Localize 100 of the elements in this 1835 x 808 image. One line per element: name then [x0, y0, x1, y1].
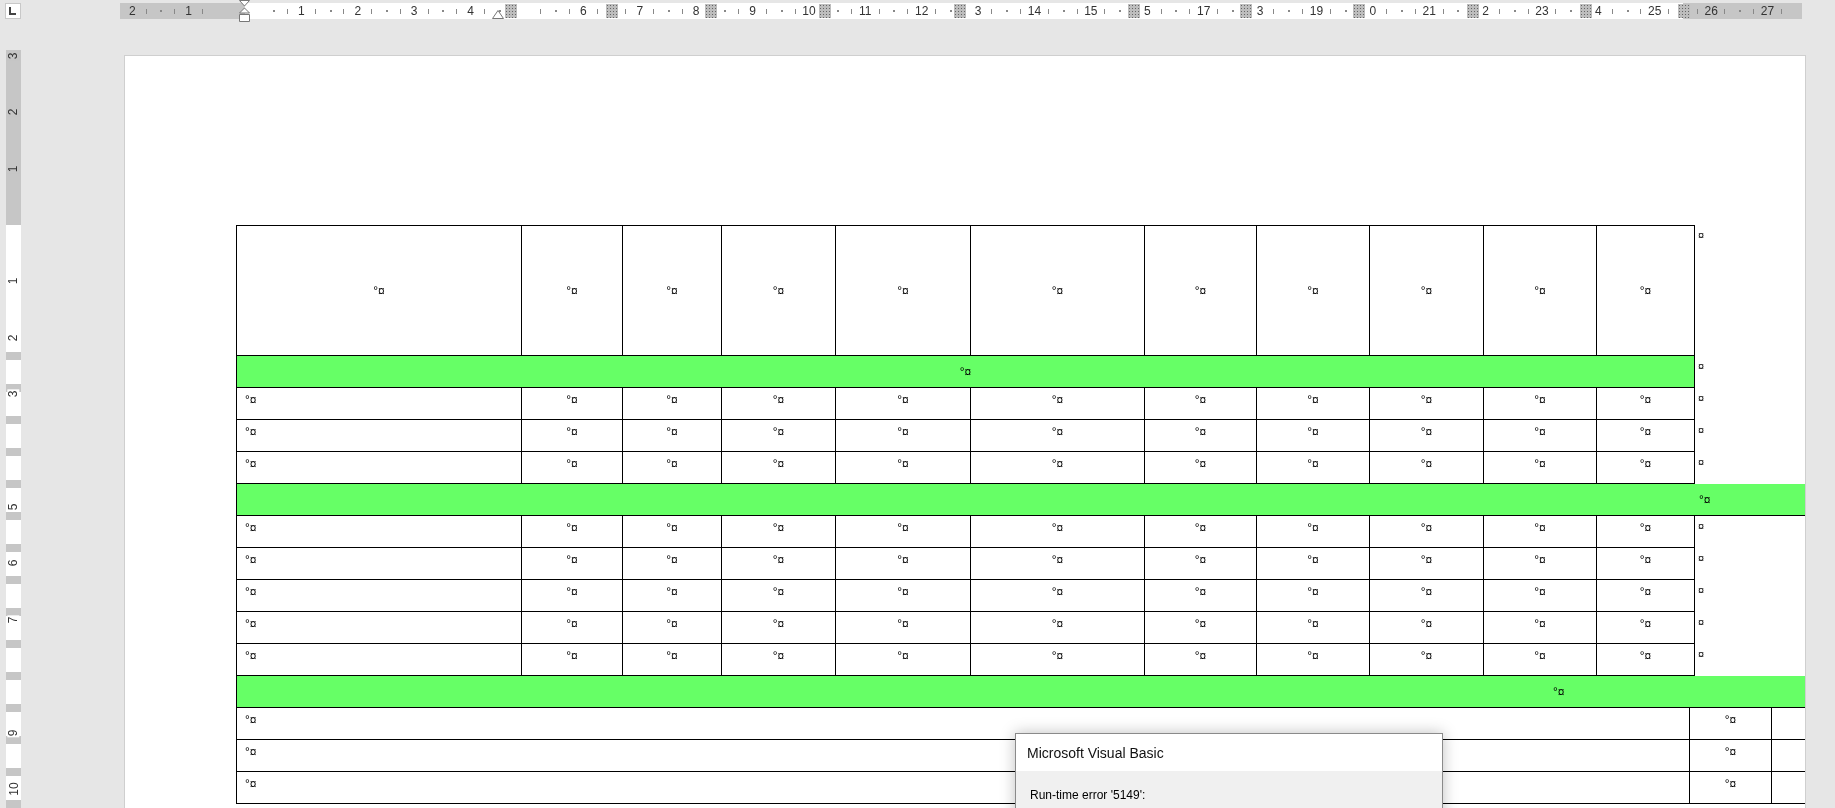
column-marker[interactable] [819, 4, 831, 18]
dialog-title: Microsoft Visual Basic [1026, 743, 1165, 763]
row-end-marker: ¤ [1698, 583, 1705, 596]
table-cell: °¤ [836, 580, 971, 612]
table-cell: °¤ [1145, 580, 1257, 612]
table-cell: °¤ [1145, 388, 1257, 420]
ruler-number: 3 [7, 389, 20, 399]
column-marker[interactable] [954, 4, 966, 18]
table-cell: °¤ [236, 612, 522, 644]
table-cell: °¤ [722, 420, 836, 452]
table-cell: °¤ [1257, 388, 1370, 420]
ruler-number: 4 [1594, 4, 1603, 18]
row-end-marker: ¤ [1698, 359, 1705, 372]
ruler-number: 8 [691, 4, 701, 18]
row-marker[interactable] [6, 576, 21, 584]
ruler-number: 2 [1481, 4, 1490, 18]
table-cell: °¤ [722, 612, 836, 644]
table-cell: °¤ [236, 225, 522, 356]
column-marker[interactable] [705, 4, 717, 18]
row-end-marker: ¤ [1698, 615, 1705, 628]
table-cell: °¤ [1257, 612, 1370, 644]
table-cell: °¤ [1690, 740, 1772, 772]
table-cell: °¤ [1257, 420, 1370, 452]
table-cell: °¤ [1597, 580, 1695, 612]
row-marker[interactable] [6, 416, 21, 424]
row-marker[interactable] [6, 672, 21, 680]
ruler-number: 2 [7, 333, 20, 343]
row-end-marker: ¤ [1698, 391, 1705, 404]
row-marker[interactable] [6, 640, 21, 648]
table-cell: °¤ [971, 420, 1145, 452]
column-marker[interactable] [1128, 4, 1140, 18]
row-end-marker: ¤ [1698, 647, 1705, 660]
column-marker[interactable] [505, 4, 517, 18]
table-cell: °¤ [1484, 516, 1597, 548]
row-marker[interactable] [6, 800, 21, 808]
ruler-number: 1 [7, 277, 20, 286]
table-cell: °¤ [1257, 580, 1370, 612]
table-cell: °¤ [1597, 516, 1695, 548]
ruler-number: 1 [7, 164, 20, 173]
row-marker[interactable] [6, 352, 21, 360]
right-indent-marker[interactable] [492, 10, 504, 19]
table-cell: °¤ [1370, 548, 1484, 580]
table-cell: °¤ [1370, 516, 1484, 548]
ruler-number: 23 [1534, 4, 1550, 18]
row-marker[interactable] [6, 736, 21, 744]
row-end-marker: ¤ [1698, 519, 1705, 532]
table-cell: °¤ [1484, 612, 1597, 644]
row-marker[interactable] [6, 512, 21, 520]
row-marker[interactable] [6, 448, 21, 456]
column-marker[interactable] [1240, 4, 1252, 18]
table-cell: °¤ [1690, 708, 1772, 740]
column-marker[interactable] [1467, 4, 1479, 18]
table-cell: °¤ [1484, 548, 1597, 580]
table-cell: °¤ [836, 420, 971, 452]
table-cell: °¤ [236, 420, 522, 452]
table-cell: °¤ [1257, 516, 1370, 548]
ruler-number: 2 [7, 107, 20, 117]
table-cell: °¤ [1484, 580, 1597, 612]
tab-stop-icon[interactable] [5, 3, 21, 19]
ruler-number: 7 [7, 615, 20, 625]
ruler-number: 14 [1026, 4, 1043, 18]
table-cell: °¤ [1597, 612, 1695, 644]
ruler-number: 17 [1195, 4, 1212, 18]
table-cell: °¤ [522, 420, 623, 452]
ruler-number: 7 [635, 4, 645, 18]
row-marker[interactable] [6, 704, 21, 712]
ruler-number: 6 [7, 559, 20, 568]
row-marker[interactable] [6, 384, 21, 392]
ruler-number: 12 [914, 4, 930, 18]
ruler-number: 3 [7, 51, 20, 61]
table-cell: °¤ [722, 388, 836, 420]
indent-marker[interactable] [239, 0, 250, 22]
row-marker[interactable] [6, 480, 21, 488]
table-cell: °¤ [971, 388, 1145, 420]
table-cell: °¤ [971, 612, 1145, 644]
table-cell: °¤ [1145, 420, 1257, 452]
table-cell: °¤ [1257, 548, 1370, 580]
column-marker[interactable] [1678, 4, 1690, 18]
row-marker[interactable] [6, 544, 21, 552]
ruler-number: 4 [466, 4, 475, 18]
row-marker[interactable] [6, 768, 21, 776]
table-cell: °¤ [623, 612, 722, 644]
ruler-number: 1 [297, 4, 306, 18]
ruler-number: 27 [1759, 4, 1776, 18]
row-end-marker: ¤ [1698, 228, 1705, 241]
table-cell: °¤ [623, 388, 722, 420]
ruler-number: 11 [858, 4, 873, 18]
table-cell: °¤ [1370, 388, 1484, 420]
column-marker[interactable] [1580, 4, 1592, 18]
table-cell: °¤ [1370, 580, 1484, 612]
ruler-number: 19 [1308, 4, 1325, 18]
section-band: °¤ [236, 676, 1805, 708]
ruler-number: 5 [1142, 4, 1152, 18]
ruler-number: 10 [801, 4, 817, 18]
row-marker[interactable] [6, 608, 21, 616]
table-cell: °¤ [971, 548, 1145, 580]
column-marker[interactable] [1353, 4, 1365, 18]
ruler-number: 26 [1703, 4, 1719, 18]
ruler-number: 0 [1368, 4, 1378, 18]
column-marker[interactable] [606, 4, 618, 18]
